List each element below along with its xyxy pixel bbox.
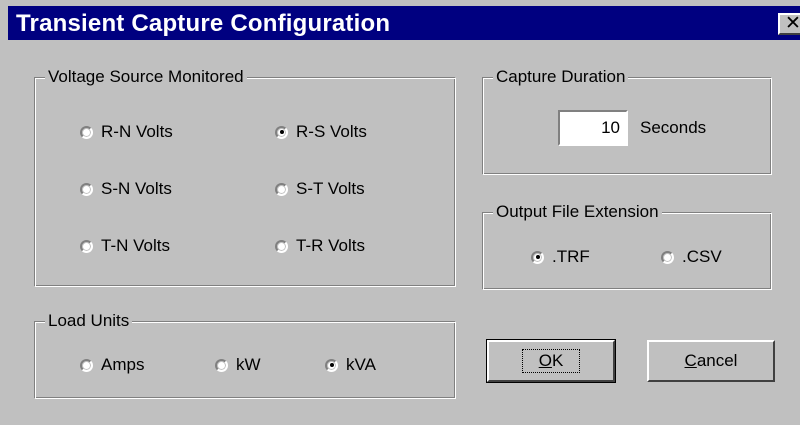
radio-label: .TRF	[552, 247, 590, 266]
radio-indicator	[661, 250, 674, 264]
duration-input[interactable]: 10	[558, 110, 628, 146]
radio-label: .CSV	[682, 247, 722, 266]
radio-label: R-N Volts	[101, 122, 173, 141]
radio-rn-volts[interactable]: R-N Volts	[80, 122, 173, 142]
radio-trf[interactable]: .TRF	[531, 247, 590, 267]
output-extension-group: Output File Extension .TRF .CSV	[482, 201, 772, 290]
radio-indicator	[275, 182, 288, 196]
ok-label: K	[551, 351, 564, 370]
radio-rs-volts[interactable]: R-S Volts	[275, 122, 367, 142]
radio-indicator	[80, 125, 93, 139]
radio-indicator	[80, 239, 93, 253]
radio-label: S-T Volts	[296, 179, 365, 198]
close-icon: ✕	[785, 13, 800, 34]
close-button[interactable]: ✕	[778, 13, 800, 35]
cancel-label-wrap: Cancel	[685, 351, 738, 371]
radio-indicator-checked	[325, 358, 338, 372]
cancel-accelerator: C	[684, 351, 697, 370]
duration-unit-label: Seconds	[640, 118, 707, 137]
radio-indicator	[275, 239, 288, 253]
radio-indicator-checked	[275, 125, 288, 139]
radio-csv[interactable]: .CSV	[661, 247, 722, 267]
radio-sn-volts[interactable]: S-N Volts	[80, 179, 172, 199]
radio-label: kVA	[346, 355, 376, 374]
ok-focus-ring: OK	[521, 349, 581, 373]
ok-accelerator: O	[538, 351, 552, 370]
title-bar[interactable]: Transient Capture Configuration ✕	[8, 6, 800, 40]
radio-indicator	[80, 358, 93, 372]
capture-duration-group-label: Capture Duration	[493, 66, 629, 88]
radio-label: T-R Volts	[296, 236, 365, 255]
voltage-source-group: Voltage Source Monitored R-N Volts R-S V…	[34, 66, 456, 287]
radio-label: Amps	[101, 355, 145, 374]
radio-kw[interactable]: kW	[215, 355, 261, 375]
radio-st-volts[interactable]: S-T Volts	[275, 179, 365, 199]
capture-duration-group: Capture Duration 10 Seconds	[482, 66, 772, 175]
voltage-source-group-label: Voltage Source Monitored	[45, 66, 247, 88]
radio-indicator-checked	[531, 250, 544, 264]
radio-label: T-N Volts	[101, 236, 170, 255]
cancel-label: ancel	[696, 351, 738, 370]
output-extension-group-label: Output File Extension	[493, 201, 662, 223]
radio-label: kW	[236, 355, 261, 374]
radio-label: R-S Volts	[296, 122, 367, 141]
cancel-button[interactable]: Cancel	[647, 340, 775, 382]
radio-label: S-N Volts	[101, 179, 172, 198]
dialog-window: Transient Capture Configuration ✕ Voltag…	[0, 0, 800, 425]
radio-kva[interactable]: kVA	[325, 355, 376, 375]
radio-indicator	[215, 358, 228, 372]
radio-indicator	[80, 182, 93, 196]
radio-tr-volts[interactable]: T-R Volts	[275, 236, 365, 256]
radio-amps[interactable]: Amps	[80, 355, 144, 375]
radio-tn-volts[interactable]: T-N Volts	[80, 236, 170, 256]
ok-button[interactable]: OK	[486, 339, 616, 383]
load-units-group: Load Units Amps kW kVA	[34, 310, 456, 399]
window-title: Transient Capture Configuration	[16, 10, 391, 37]
load-units-group-label: Load Units	[45, 310, 133, 332]
